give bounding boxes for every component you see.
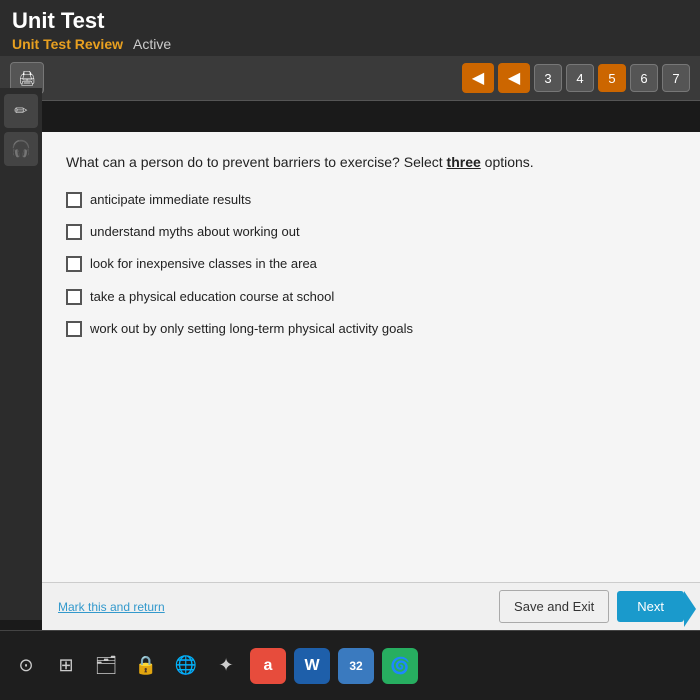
option-3[interactable]: look for inexpensive classes in the area: [66, 255, 676, 273]
status-badge: Active: [133, 36, 171, 52]
taskbar-amazon-icon[interactable]: a: [250, 648, 286, 684]
pencil-icon: ✏: [14, 101, 27, 121]
star-icon: ✦: [218, 655, 233, 676]
taskbar-green-icon[interactable]: 🌀: [382, 648, 418, 684]
page-7[interactable]: 7: [662, 64, 690, 92]
question-text-after: options.: [481, 154, 534, 170]
taskbar: ⊙ ⊞ 🗂 🔒 🌐 ✦ a W 32 🌀: [0, 630, 700, 700]
globe-icon: 🌐: [175, 655, 197, 676]
taskbar-browser-icon[interactable]: 🌐: [170, 650, 202, 682]
question-bold-word: three: [447, 154, 481, 170]
taskbar-windows-icon[interactable]: ⊞: [50, 650, 82, 682]
taskbar-lock-icon[interactable]: 🔒: [130, 650, 162, 682]
page-4[interactable]: 4: [566, 64, 594, 92]
option-label-3: look for inexpensive classes in the area: [90, 255, 317, 273]
lock-icon: 🔒: [135, 655, 157, 676]
save-exit-button[interactable]: Save and Exit: [499, 590, 609, 623]
taskbar-32-icon[interactable]: 32: [338, 648, 374, 684]
checkbox-3[interactable]: [66, 256, 82, 272]
edit-icon-btn[interactable]: ✏: [4, 94, 38, 128]
page-3[interactable]: 3: [534, 64, 562, 92]
option-4[interactable]: take a physical education course at scho…: [66, 288, 676, 306]
audio-icon-btn[interactable]: 🎧: [4, 132, 38, 166]
option-2[interactable]: understand myths about working out: [66, 223, 676, 241]
checkbox-2[interactable]: [66, 224, 82, 240]
swirl-icon: 🌀: [390, 656, 410, 676]
folder-icon: 🗂: [95, 655, 118, 676]
print-icon: 🖨: [18, 70, 36, 87]
footer-buttons: Save and Exit Next: [499, 590, 684, 623]
headphones-icon: 🎧: [11, 139, 31, 159]
sidebar: ✏ 🎧: [0, 88, 42, 620]
subtitle-row: Unit Test Review Active: [12, 36, 688, 52]
option-label-1: anticipate immediate results: [90, 191, 251, 209]
checkbox-4[interactable]: [66, 289, 82, 305]
taskbar-word-icon[interactable]: W: [294, 648, 330, 684]
grid-icon: ⊞: [58, 655, 73, 676]
page-5-active[interactable]: 5: [598, 64, 626, 92]
taskbar-files-icon[interactable]: 🗂: [90, 650, 122, 682]
checkbox-1[interactable]: [66, 192, 82, 208]
mark-return-link[interactable]: Mark this and return: [58, 600, 165, 614]
main-content: What can a person do to prevent barriers…: [42, 132, 700, 630]
arrow-left-icon-2: ◀: [508, 68, 520, 88]
option-label-5: work out by only setting long-term physi…: [90, 320, 413, 338]
back-arrow-1[interactable]: ◀: [462, 63, 494, 93]
circle-icon: ⊙: [18, 655, 33, 676]
app-title: Unit Test: [12, 8, 688, 34]
option-label-2: understand myths about working out: [90, 223, 300, 241]
toolbar-right: ◀ ◀ 3 4 5 6 7: [462, 63, 690, 93]
taskbar-search-icon[interactable]: ⊙: [10, 650, 42, 682]
arrow-left-icon: ◀: [472, 68, 484, 88]
option-5[interactable]: work out by only setting long-term physi…: [66, 320, 676, 338]
option-1[interactable]: anticipate immediate results: [66, 191, 676, 209]
page-6[interactable]: 6: [630, 64, 658, 92]
next-button[interactable]: Next: [617, 591, 684, 622]
taskbar-star-icon[interactable]: ✦: [210, 650, 242, 682]
top-header: Unit Test Unit Test Review Active: [0, 0, 700, 56]
footer-bar: Mark this and return Save and Exit Next: [42, 582, 700, 630]
toolbar: 🖨 ◀ ◀ 3 4 5 6 7: [0, 56, 700, 101]
question-text: What can a person do to prevent barriers…: [66, 152, 676, 173]
subtitle-link[interactable]: Unit Test Review: [12, 36, 123, 52]
checkbox-5[interactable]: [66, 321, 82, 337]
question-text-before: What can a person do to prevent barriers…: [66, 154, 447, 170]
back-arrow-2[interactable]: ◀: [498, 63, 530, 93]
option-label-4: take a physical education course at scho…: [90, 288, 334, 306]
